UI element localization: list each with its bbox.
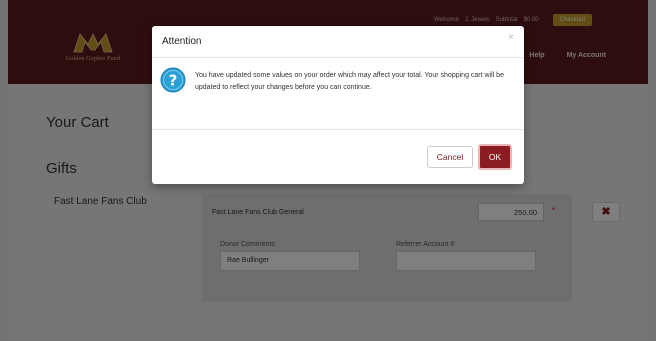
attention-dialog: Attention × ? You have updated some valu…: [152, 26, 524, 184]
dialog-header: Attention ×: [152, 26, 524, 58]
dialog-title: Attention: [162, 36, 202, 47]
dialog-body: ? You have updated some values on your o…: [152, 58, 524, 130]
cancel-button[interactable]: Cancel: [427, 146, 473, 168]
close-icon[interactable]: ×: [508, 32, 514, 44]
question-icon: ?: [160, 67, 186, 93]
question-glyph: ?: [169, 72, 178, 90]
dialog-message: You have updated some values on your ord…: [195, 72, 504, 91]
ok-button[interactable]: OK: [478, 144, 512, 170]
